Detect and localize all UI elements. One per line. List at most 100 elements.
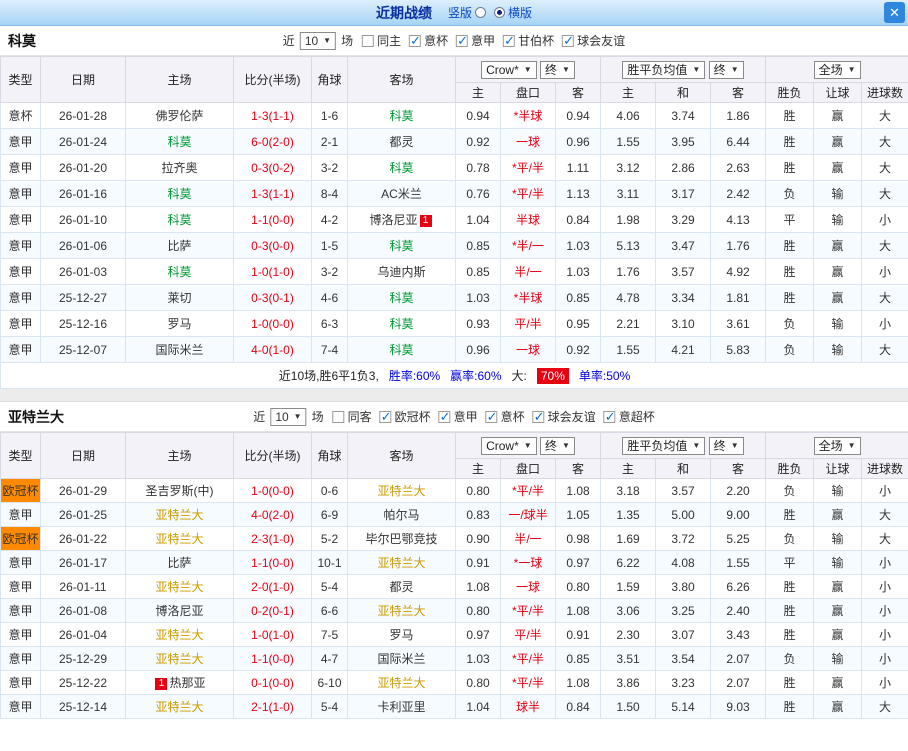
league-cell: 欧冠杯 — [0, 478, 41, 503]
avg-stage-select-value: 终 — [713, 438, 726, 453]
result-cell: 负 — [765, 180, 815, 207]
radio-selected-icon[interactable] — [494, 7, 505, 18]
handicap-result-cell: 输 — [813, 180, 863, 207]
vertical-option-label: 竖版 — [447, 6, 472, 20]
avg-type-select[interactable]: 胜平负均值 — [622, 60, 706, 79]
filter-checkbox-同主[interactable]: 同主 — [362, 32, 401, 49]
sub-col-avg-draw: 和 — [655, 458, 711, 479]
sub-col-avg-home: 主 — [600, 458, 656, 479]
avg-stage-select[interactable]: 终 — [708, 436, 744, 455]
away-team-cell: AC米兰 — [347, 180, 456, 207]
date-cell: 25-12-29 — [40, 646, 126, 671]
league-cell: 意杯 — [0, 102, 41, 129]
layout-option-vertical[interactable]: 竖版 — [448, 4, 486, 21]
score-cell: 0-1(0-0) — [233, 670, 312, 695]
goals-result-cell: 小 — [861, 646, 908, 671]
goals-result-cell: 小 — [861, 550, 908, 575]
avg-away-cell: 2.40 — [709, 598, 767, 623]
scope-select[interactable]: 全场 — [813, 60, 861, 79]
home-team-cell: 亚特兰大 — [125, 574, 234, 599]
filter-checkbox-球会友谊[interactable]: 球会友谊 — [562, 32, 625, 49]
col-corner: 角球 — [311, 432, 348, 479]
away-odds-cell: 0.97 — [555, 550, 601, 575]
team-name-title: 亚特兰大 — [8, 408, 64, 425]
checkbox-icon[interactable] — [532, 409, 545, 425]
home-odds-cell: 0.91 — [455, 550, 501, 575]
team-name: 亚特兰大 — [155, 652, 204, 666]
odds-stage-select[interactable]: 终 — [540, 60, 575, 79]
checkbox-label: 同主 — [377, 34, 402, 48]
match-row: 意甲 26-01-04 亚特兰大 1-0(1-0) 7-5 罗马 0.97 平/半 0.91 2.… — [0, 622, 908, 647]
home-odds-cell: 0.90 — [455, 526, 501, 551]
avg-home-cell: 2.30 — [600, 622, 656, 647]
bookmaker-select-value: Crow* — [486, 438, 519, 453]
radio-unselected-icon[interactable] — [475, 7, 486, 18]
layout-option-horizontal[interactable]: 横版 — [494, 4, 532, 21]
away-odds-cell: 0.98 — [555, 526, 601, 551]
filter-checkbox-甘伯杯[interactable]: 甘伯杯 — [503, 32, 554, 49]
date-cell: 26-01-17 — [40, 550, 126, 575]
filter-checkbox-同客[interactable]: 同客 — [332, 408, 372, 425]
avg-away-cell: 2.20 — [709, 478, 767, 503]
away-team-cell: 乌迪内斯 — [347, 258, 456, 285]
filter-checkbox-意杯[interactable]: 意杯 — [409, 32, 448, 49]
match-count-select[interactable]: 10 — [270, 407, 307, 426]
checkbox-icon[interactable] — [503, 33, 516, 49]
match-count-select[interactable]: 10 — [299, 31, 337, 50]
home-team-cell: 科莫 — [125, 180, 234, 207]
home-odds-cell: 1.03 — [455, 646, 501, 671]
results-table: 类型 日期 主场 比分(半场) 角球 客场 Crow* 终 胜平负均值 终 全场 — [0, 432, 908, 719]
dialog-title: 近期战绩 — [375, 4, 432, 21]
score-cell: 2-3(1-0) — [233, 526, 312, 551]
checkbox-icon[interactable] — [456, 33, 469, 49]
bookmaker-select[interactable]: Crow* — [481, 60, 537, 79]
avg-away-cell: 4.13 — [709, 206, 767, 233]
handicap-result-cell: 赢 — [813, 502, 863, 527]
filter-checkbox-意甲[interactable]: 意甲 — [456, 32, 495, 49]
checkbox-icon[interactable] — [332, 410, 345, 423]
away-odds-cell: 0.84 — [555, 206, 601, 233]
checkbox-icon[interactable] — [438, 409, 451, 425]
goals-result-cell: 小 — [861, 670, 908, 695]
close-button[interactable]: ✕ — [884, 2, 905, 23]
home-odds-cell: 0.78 — [455, 154, 501, 181]
team-name: 亚特兰大 — [155, 508, 204, 522]
filter-checkbox-意超杯[interactable]: 意超杯 — [603, 408, 655, 425]
league-cell: 意甲 — [0, 694, 41, 719]
team-name: 科莫 — [167, 187, 192, 201]
filter-checkbox-球会友谊[interactable]: 球会友谊 — [532, 408, 596, 425]
odds-stage-select[interactable]: 终 — [540, 436, 575, 455]
checkbox-icon[interactable] — [562, 33, 575, 49]
score-cell: 2-1(1-0) — [233, 694, 312, 719]
checkbox-icon[interactable] — [485, 409, 498, 425]
checkbox-icon[interactable] — [379, 409, 392, 425]
bookmaker-select[interactable]: Crow* — [481, 436, 537, 455]
home-team-cell: 比萨 — [125, 550, 234, 575]
filter-checkbox-意杯[interactable]: 意杯 — [485, 408, 525, 425]
team-name: AC米兰 — [381, 187, 422, 201]
odds-group-header: Crow* 终 — [455, 432, 601, 459]
checkbox-icon[interactable] — [362, 34, 375, 47]
avg-away-cell: 2.42 — [709, 180, 767, 207]
avg-type-select[interactable]: 胜平负均值 — [622, 436, 706, 455]
date-cell: 26-01-06 — [40, 232, 126, 259]
team-name-title: 科莫 — [8, 32, 36, 49]
near-label: 近 — [253, 410, 266, 424]
result-cell: 胜 — [765, 102, 815, 129]
avg-stage-select[interactable]: 终 — [708, 60, 744, 79]
checkbox-icon[interactable] — [603, 409, 616, 425]
summary-segment: 70% — [536, 368, 569, 384]
away-team-cell: 亚特兰大 — [347, 670, 456, 695]
handicap-cell: 半/一 — [500, 526, 556, 551]
checkbox-icon[interactable] — [409, 33, 422, 49]
filter-checkbox-意甲[interactable]: 意甲 — [438, 408, 478, 425]
filter-bar: 近 10 场 同客 欧冠杯 意甲 意杯 球会友谊 意超杯 — [253, 407, 655, 426]
avg-home-cell: 1.55 — [600, 128, 656, 155]
avg-away-cell: 4.92 — [709, 258, 767, 285]
date-cell: 26-01-11 — [40, 574, 126, 599]
avg-home-cell: 3.86 — [600, 670, 656, 695]
avg-group-header: 胜平负均值 终 — [599, 56, 767, 83]
scope-select[interactable]: 全场 — [813, 436, 861, 455]
filter-checkbox-欧冠杯[interactable]: 欧冠杯 — [379, 408, 431, 425]
match-row: 意甲 26-01-25 亚特兰大 4-0(2-0) 6-9 帕尔马 0.83 一/球半 1.05… — [0, 502, 908, 527]
